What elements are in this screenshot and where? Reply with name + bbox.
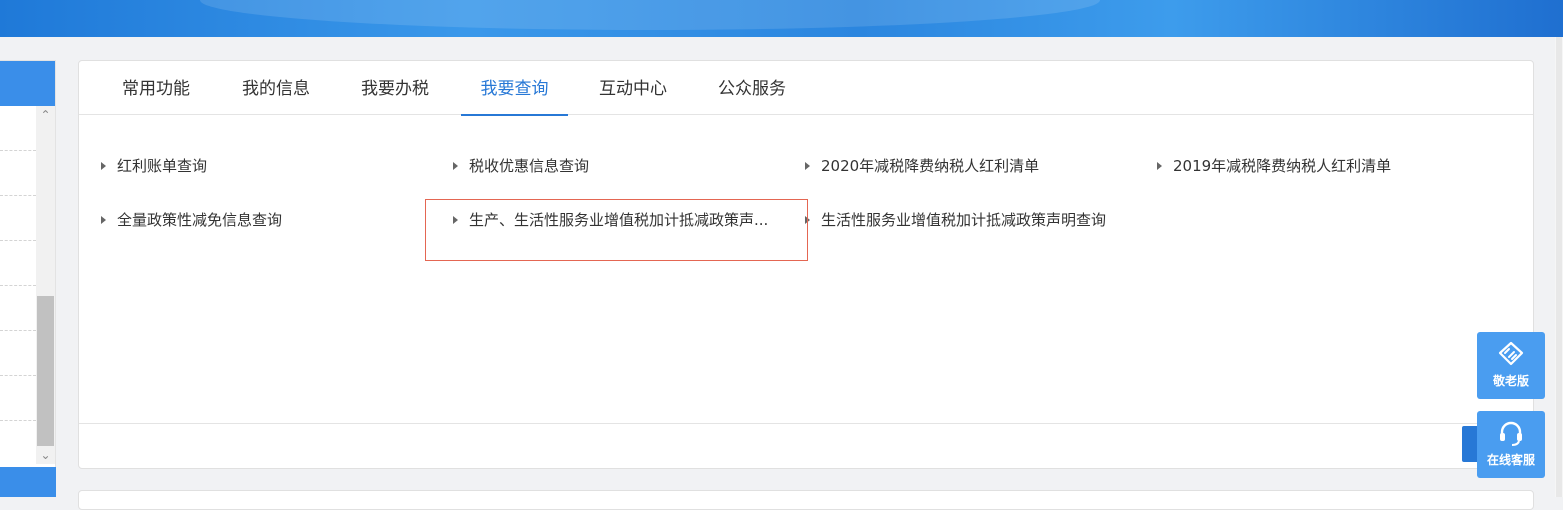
query-item-tax-preference[interactable]: 税收优惠信息查询 — [453, 156, 589, 176]
tab-my-info[interactable]: 我的信息 — [233, 61, 319, 115]
list-item[interactable] — [0, 331, 36, 376]
elderly-mode-label: 敬老版 — [1492, 374, 1529, 388]
tab-tax-handling[interactable]: 我要办税 — [352, 61, 438, 115]
list-item[interactable] — [0, 241, 36, 286]
scrollbar-thumb[interactable] — [37, 296, 54, 446]
list-item[interactable] — [0, 196, 36, 241]
tab-bar: 常用功能 我的信息 我要办税 我要查询 互动中心 公众服务 — [79, 61, 1533, 116]
arrow-right-icon — [453, 216, 458, 224]
left-sidebar-header — [0, 61, 55, 106]
list-item[interactable] — [0, 286, 36, 331]
query-item-dividend-bill[interactable]: 红利账单查询 — [101, 156, 207, 176]
left-sidebar-list — [0, 106, 36, 421]
online-service-label: 在线客服 — [1486, 453, 1535, 467]
query-item-label: 2019年减税降费纳税人红利清单 — [1173, 157, 1392, 175]
arrow-right-icon — [805, 162, 810, 170]
tab-common-functions[interactable]: 常用功能 — [113, 61, 199, 115]
chevron-down-icon[interactable]: ⌄ — [36, 446, 55, 464]
query-item-label: 全量政策性减免信息查询 — [117, 211, 283, 229]
chevron-up-icon[interactable]: ⌃ — [36, 106, 55, 124]
query-item-label: 红利账单查询 — [117, 157, 208, 175]
left-sidebar: ⌃ ⌄ — [0, 60, 56, 470]
elderly-mode-button[interactable]: 敬老版 — [1477, 332, 1545, 399]
list-item[interactable] — [0, 376, 36, 421]
handshake-icon — [1498, 341, 1524, 366]
query-item-living-service-declaration[interactable]: 生活性服务业增值税加计抵减政策声明查询 — [805, 210, 1106, 230]
query-panel: 常用功能 我的信息 我要办税 我要查询 互动中心 公众服务 红利账单查询 税收优… — [78, 60, 1534, 469]
list-item[interactable] — [0, 151, 36, 196]
tab-public-service[interactable]: 公众服务 — [709, 61, 795, 115]
page-scrollbar[interactable] — [1555, 37, 1563, 497]
list-item[interactable] — [0, 106, 36, 151]
query-item-vat-deduction-declaration[interactable]: 生产、生活性服务业增值税加计抵减政策声... — [453, 210, 768, 230]
arrow-right-icon — [453, 162, 458, 170]
arrow-right-icon — [805, 216, 810, 224]
scrollbar-thumb[interactable] — [1556, 37, 1562, 497]
online-service-button[interactable]: 在线客服 — [1477, 411, 1545, 478]
left-sidebar-footer — [0, 467, 56, 497]
query-item-policy-exemption[interactable]: 全量政策性减免信息查询 — [101, 210, 282, 230]
query-item-2020-dividend-list[interactable]: 2020年减税降费纳税人红利清单 — [805, 156, 1039, 176]
divider — [79, 423, 1533, 424]
tab-query[interactable]: 我要查询 — [461, 61, 568, 116]
tab-interaction-center[interactable]: 互动中心 — [590, 61, 676, 115]
highlight-box — [425, 199, 808, 261]
query-item-label: 生产、生活性服务业增值税加计抵减政策声... — [469, 211, 769, 229]
left-scrollbar[interactable]: ⌃ ⌄ — [36, 106, 55, 464]
query-item-label: 税收优惠信息查询 — [469, 157, 590, 175]
headset-icon — [1500, 421, 1522, 446]
query-item-label: 2020年减税降费纳税人红利清单 — [821, 157, 1040, 175]
bottom-panel — [78, 490, 1534, 510]
arrow-right-icon — [101, 162, 106, 170]
arrow-right-icon — [1157, 162, 1162, 170]
top-banner — [0, 0, 1563, 37]
query-item-2019-dividend-list[interactable]: 2019年减税降费纳税人红利清单 — [1157, 156, 1391, 176]
query-item-label: 生活性服务业增值税加计抵减政策声明查询 — [821, 211, 1107, 229]
arrow-right-icon — [101, 216, 106, 224]
